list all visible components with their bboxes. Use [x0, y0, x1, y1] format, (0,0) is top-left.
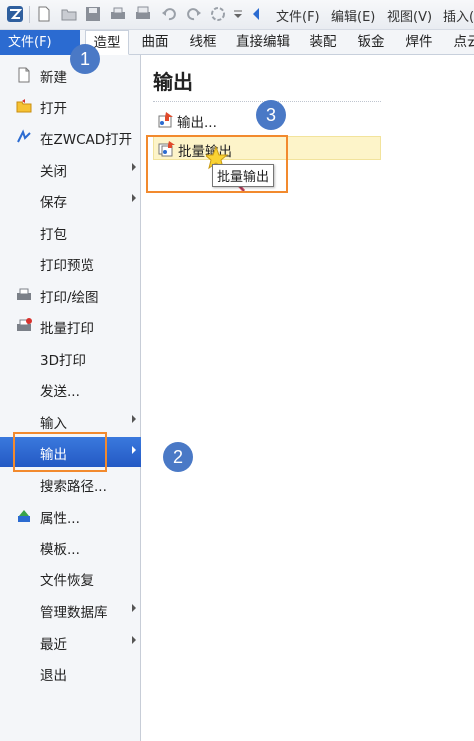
export-icon — [158, 112, 173, 128]
batch-print-icon[interactable] — [134, 5, 152, 23]
annotation-box-batch-export — [146, 135, 288, 193]
menu-item-3d-print[interactable]: 3D打印 — [0, 343, 141, 373]
redo-icon[interactable] — [185, 5, 203, 23]
menu-item-open[interactable]: 打开 — [0, 91, 141, 121]
save-icon[interactable] — [84, 5, 102, 23]
submenu-arrow-icon — [132, 446, 136, 454]
menu-edit[interactable]: 编辑(E) — [331, 6, 375, 25]
menu-item-send[interactable]: 发送... — [0, 374, 141, 404]
submenu-arrow-icon — [132, 636, 136, 644]
annotation-badge-1: 1 — [70, 44, 100, 74]
submenu-arrow-icon — [132, 163, 136, 171]
annotation-badge-2: 2 — [163, 442, 193, 472]
properties-icon — [18, 510, 30, 522]
tab-sheet-metal[interactable]: 钣金 — [351, 30, 391, 55]
tab-assembly[interactable]: 装配 — [303, 30, 343, 55]
open-folder-icon[interactable] — [60, 5, 78, 23]
menu-item-print-plot[interactable]: 打印/绘图 — [0, 280, 141, 310]
printer-icon — [17, 288, 31, 300]
submenu-arrow-icon — [132, 415, 136, 423]
open-folder-icon — [16, 99, 32, 113]
print-icon[interactable] — [109, 5, 127, 23]
menu-item-template[interactable]: 模板... — [0, 532, 141, 562]
annotation-badge-3: 3 — [256, 100, 286, 130]
new-file-icon — [18, 67, 30, 83]
expand-arrow-icon[interactable] — [251, 5, 261, 23]
menu-item-open-in-zwcad[interactable]: 在ZWCAD打开 — [0, 122, 141, 152]
menu-item-batch-print[interactable]: 批量打印 — [0, 311, 141, 341]
annotation-box-export — [13, 432, 107, 472]
menu-item-manage-database[interactable]: 管理数据库 — [0, 595, 141, 625]
panel-title: 输出 — [153, 70, 193, 94]
app-logo-icon — [7, 6, 23, 22]
quick-access-toolbar: 文件(F) 编辑(E) 视图(V) 插入( — [0, 0, 474, 30]
menu-view[interactable]: 视图(V) — [387, 6, 432, 25]
customize-dropdown-icon[interactable] — [233, 5, 243, 23]
tab-weldment[interactable]: 焊件 — [399, 30, 439, 55]
menu-item-exit[interactable]: 退出 — [0, 658, 141, 688]
batch-print-icon — [17, 318, 32, 331]
menu-item-recent[interactable]: 最近 — [0, 627, 141, 657]
zwcad-icon — [17, 129, 31, 143]
new-file-icon[interactable] — [35, 5, 53, 23]
tab-point-cloud[interactable]: 点云 — [447, 30, 474, 55]
tab-direct-edit[interactable]: 直接编辑 — [231, 30, 295, 55]
submenu-arrow-icon — [132, 194, 136, 202]
file-tab[interactable]: 文件(F) — [0, 30, 80, 55]
menu-insert[interactable]: 插入( — [443, 6, 474, 25]
menu-file[interactable]: 文件(F) — [276, 6, 320, 25]
menu-item-search-path[interactable]: 搜索路径... — [0, 469, 141, 499]
tab-wireframe[interactable]: 线框 — [183, 30, 223, 55]
menu-item-save[interactable]: 保存 — [0, 185, 141, 215]
submenu-arrow-icon — [132, 604, 136, 612]
regenerate-icon[interactable] — [209, 5, 227, 23]
menu-item-pack[interactable]: 打包 — [0, 217, 141, 247]
menu-item-file-recovery[interactable]: 文件恢复 — [0, 563, 141, 593]
menu-item-print-preview[interactable]: 打印预览 — [0, 248, 141, 278]
menu-item-properties[interactable]: 属性... — [0, 501, 141, 531]
undo-icon[interactable] — [160, 5, 178, 23]
tab-surface[interactable]: 曲面 — [135, 30, 175, 55]
menu-item-close[interactable]: 关闭 — [0, 154, 141, 184]
